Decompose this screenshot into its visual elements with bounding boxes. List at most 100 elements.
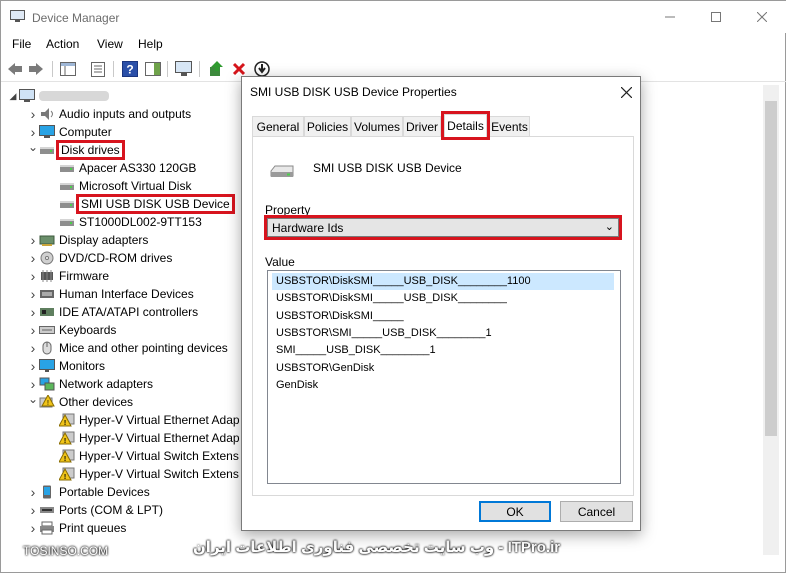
device-manager-icon	[10, 10, 25, 22]
chevron-down-icon[interactable]: ◢	[7, 91, 19, 102]
watermark-itpro: وب سایت تخصصی فناوری اطلاعات ایران - ITP…	[193, 539, 561, 556]
menu-help[interactable]: Help	[138, 37, 163, 51]
update-driver-button[interactable]	[207, 60, 225, 78]
tab-general[interactable]: General	[252, 116, 304, 136]
forward-button[interactable]	[27, 60, 45, 78]
help-toolbar-button[interactable]: ?	[121, 60, 139, 78]
chevron-right-icon[interactable]: ›	[27, 520, 39, 536]
value-list-item[interactable]: USBSTOR\DiskSMI_____USB_DISK________	[272, 290, 614, 307]
tree-device-item[interactable]: ! Hyper-V Virtual Switch Extens	[47, 447, 239, 465]
disk-drive-icon	[39, 143, 55, 157]
ok-button[interactable]: OK	[479, 501, 551, 522]
tree-category-item[interactable]: › Firmware	[27, 267, 109, 285]
tab-details[interactable]: Details	[441, 111, 490, 140]
tree-device-item[interactable]: ST1000DL002-9TT153	[47, 213, 202, 231]
show-hide-console-tree-button[interactable]	[59, 60, 77, 78]
tree-item-label: Firmware	[59, 269, 109, 283]
tree-category-item[interactable]: › IDE ATA/ATAPI controllers	[27, 303, 199, 321]
chevron-right-icon[interactable]: ›	[27, 268, 39, 284]
menu-file[interactable]: File	[12, 37, 31, 51]
tree-category-item[interactable]: › Human Interface Devices	[27, 285, 194, 303]
chevron-right-icon[interactable]: ›	[27, 304, 39, 320]
menu-action[interactable]: Action	[46, 37, 79, 51]
scan-hardware-button[interactable]	[175, 60, 193, 78]
chevron-right-icon[interactable]: ›	[27, 340, 39, 356]
tree-category-item[interactable]: › Ports (COM & LPT)	[27, 501, 163, 519]
tree-category-item[interactable]: › Mice and other pointing devices	[27, 339, 228, 357]
window-title: Device Manager	[32, 11, 120, 25]
vertical-scrollbar[interactable]	[763, 85, 779, 555]
tree-category-item[interactable]: ⌄ Disk drives	[27, 140, 125, 160]
tree-item-label: SMI USB DISK USB Device	[76, 194, 235, 214]
value-list-item[interactable]: USBSTOR\GenDisk	[272, 360, 614, 377]
printer-icon	[39, 521, 55, 535]
tree-category-item[interactable]: › Monitors	[27, 357, 105, 375]
svg-text:!: !	[64, 438, 66, 445]
chevron-right-icon[interactable]: ›	[27, 286, 39, 302]
tree-item-label: Network adapters	[59, 377, 154, 391]
tree-root[interactable]: ◢	[7, 87, 109, 105]
chevron-right-icon[interactable]: ›	[27, 124, 39, 140]
value-list[interactable]: USBSTOR\DiskSMI_____USB_DISK________1100…	[267, 270, 621, 484]
tree-category-item[interactable]: ⌄! Other devices	[27, 392, 133, 411]
tree-device-item[interactable]: ! Hyper-V Virtual Ethernet Adap	[47, 411, 240, 429]
tree-category-item[interactable]: › Portable Devices	[27, 483, 150, 501]
chevron-right-icon[interactable]: ›	[27, 538, 39, 540]
tree-device-item[interactable]: ! Hyper-V Virtual Switch Extens	[47, 465, 239, 483]
tree-category-item[interactable]: › Network adapters	[27, 375, 153, 393]
title-bar[interactable]: Device Manager	[1, 1, 786, 33]
tree-item-label: Apacer AS330 120GB	[79, 161, 197, 175]
display-adapter-icon	[39, 233, 55, 247]
chevron-down-icon[interactable]: ⌄	[27, 392, 39, 406]
value-list-item[interactable]: USBSTOR\DiskSMI_____	[272, 308, 614, 325]
tab-volumes[interactable]: Volumes	[351, 116, 403, 136]
properties-toolbar-button[interactable]	[89, 60, 107, 78]
tab-policies[interactable]: Policies	[304, 116, 351, 136]
tree-category-item[interactable]: › Audio inputs and outputs	[27, 105, 191, 123]
minimize-button[interactable]	[647, 1, 693, 33]
chevron-right-icon[interactable]: ›	[27, 484, 39, 500]
tab-events[interactable]: Events	[489, 116, 530, 136]
maximize-button[interactable]	[693, 1, 739, 33]
chevron-right-icon[interactable]: ›	[27, 322, 39, 338]
tree-device-item[interactable]: Microsoft Virtual Disk	[47, 177, 191, 195]
tree-category-item[interactable]: › DVD/CD-ROM drives	[27, 249, 173, 267]
value-list-item[interactable]: SMI_____USB_DISK________1	[272, 342, 614, 359]
chevron-right-icon[interactable]: ›	[27, 250, 39, 266]
tree-category-item[interactable]: › Print queues	[27, 519, 127, 537]
network-adapter-icon	[39, 377, 55, 391]
tree-device-item[interactable]: SMI USB DISK USB Device	[47, 194, 235, 214]
chevron-right-icon[interactable]: ›	[27, 502, 39, 518]
tree-category-item[interactable]: › Display adapters	[27, 231, 149, 249]
back-button[interactable]	[6, 60, 24, 78]
tab-driver[interactable]: Driver	[403, 116, 441, 136]
tree-device-item[interactable]: ! Hyper-V Virtual Ethernet Adap	[47, 429, 240, 447]
chevron-right-icon[interactable]: ›	[27, 376, 39, 392]
chevron-down-icon[interactable]: ⌄	[27, 140, 39, 154]
disk-drive-icon	[59, 215, 75, 229]
scrollbar-thumb[interactable]	[765, 101, 777, 436]
chevron-down-icon: ⌄	[604, 221, 614, 233]
action-pane-icon	[145, 62, 161, 76]
tree-item-label: Computer	[59, 125, 112, 139]
tree-category-item[interactable]: › Processors	[27, 537, 119, 540]
monitor-icon	[39, 359, 55, 373]
chevron-right-icon[interactable]: ›	[27, 106, 39, 122]
value-list-item[interactable]: USBSTOR\DiskSMI_____USB_DISK________1100	[272, 273, 614, 290]
property-select[interactable]: Hardware Ids ⌄	[264, 215, 622, 240]
tree-category-item[interactable]: › Computer	[27, 123, 112, 141]
value-list-item[interactable]: USBSTOR\SMI_____USB_DISK________1	[272, 325, 614, 342]
speaker-icon	[39, 107, 55, 121]
warning-device-icon: !	[58, 413, 75, 427]
tree-item-label: Keyboards	[59, 323, 117, 337]
dialog-close-button[interactable]	[615, 82, 637, 102]
value-list-item[interactable]: GenDisk	[272, 377, 614, 394]
tree-category-item[interactable]: › Keyboards	[27, 321, 117, 339]
chevron-right-icon[interactable]: ›	[27, 232, 39, 248]
cancel-button[interactable]: Cancel	[560, 501, 633, 522]
tree-device-item[interactable]: Apacer AS330 120GB	[47, 159, 196, 177]
close-button[interactable]	[739, 1, 785, 33]
action-pane-button[interactable]	[144, 60, 162, 78]
menu-view[interactable]: View	[97, 37, 123, 51]
chevron-right-icon[interactable]: ›	[27, 358, 39, 374]
